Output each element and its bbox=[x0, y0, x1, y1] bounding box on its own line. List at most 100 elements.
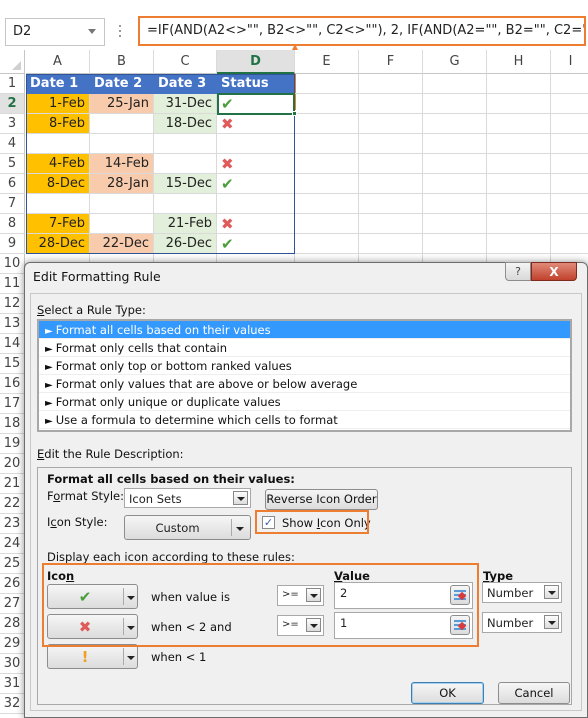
cell[interactable] bbox=[359, 214, 423, 234]
ok-button[interactable]: OK bbox=[411, 682, 484, 704]
rule-type-item[interactable]: ► Format only values that are above or be… bbox=[39, 375, 570, 393]
chevron-down-icon[interactable] bbox=[233, 491, 248, 505]
cell[interactable] bbox=[551, 134, 588, 154]
cell[interactable] bbox=[359, 134, 423, 154]
cell[interactable] bbox=[423, 214, 487, 234]
name-box-dropdown-icon[interactable] bbox=[88, 29, 96, 34]
row-header-29[interactable]: 29 bbox=[0, 634, 25, 654]
row-header-1[interactable]: 1 bbox=[0, 74, 25, 94]
icon-select-check[interactable]: ✔ bbox=[47, 584, 138, 609]
type-select[interactable]: Number bbox=[482, 582, 562, 603]
show-icon-only-checkbox[interactable]: ✓ bbox=[262, 516, 275, 529]
icon-select-cross[interactable]: ✖ bbox=[47, 614, 138, 639]
column-header-c[interactable]: C bbox=[154, 50, 217, 74]
column-header-f[interactable]: F bbox=[359, 50, 423, 74]
table-header-cell[interactable]: Date 1 bbox=[26, 74, 90, 94]
row-header-16[interactable]: 16 bbox=[0, 374, 25, 394]
column-header-a[interactable]: A bbox=[26, 50, 90, 74]
cell[interactable] bbox=[295, 154, 359, 174]
icon-select-exclamation[interactable]: ! bbox=[47, 644, 138, 669]
cell[interactable] bbox=[423, 134, 487, 154]
row-header-30[interactable]: 30 bbox=[0, 654, 25, 674]
cell[interactable] bbox=[359, 174, 423, 194]
cell[interactable] bbox=[423, 114, 487, 134]
date2-cell[interactable] bbox=[90, 114, 154, 134]
chevron-down-icon[interactable] bbox=[306, 618, 321, 632]
row-header-22[interactable]: 22 bbox=[0, 494, 25, 514]
date2-cell[interactable]: 25-Jan bbox=[90, 94, 154, 114]
cell[interactable] bbox=[487, 94, 551, 114]
date2-cell[interactable] bbox=[90, 214, 154, 234]
cell[interactable] bbox=[551, 214, 588, 234]
row-header-10[interactable]: 10 bbox=[0, 254, 25, 274]
column-header-b[interactable]: B bbox=[90, 50, 154, 74]
cell[interactable] bbox=[359, 194, 423, 214]
formula-input[interactable]: =IF(AND(A2<>"", B2<>"", C2<>""), 2, IF(A… bbox=[138, 16, 586, 46]
row-header-25[interactable]: 25 bbox=[0, 554, 25, 574]
row-header-24[interactable]: 24 bbox=[0, 534, 25, 554]
cell[interactable] bbox=[551, 234, 588, 254]
cell[interactable] bbox=[423, 74, 487, 94]
cell[interactable] bbox=[551, 94, 588, 114]
rule-type-item[interactable]: ► Format only top or bottom ranked values bbox=[39, 357, 570, 375]
name-box[interactable]: D2 bbox=[5, 18, 105, 46]
cell[interactable] bbox=[487, 234, 551, 254]
row-header-3[interactable]: 3 bbox=[0, 114, 25, 134]
table-header-cell[interactable]: Status bbox=[217, 74, 295, 94]
type-select[interactable]: Number bbox=[482, 612, 562, 633]
date3-cell[interactable]: 21-Feb bbox=[154, 214, 217, 234]
table-header-cell[interactable]: Date 3 bbox=[154, 74, 217, 94]
row-header-20[interactable]: 20 bbox=[0, 454, 25, 474]
range-select-icon[interactable] bbox=[450, 585, 470, 605]
cell[interactable] bbox=[487, 114, 551, 134]
cell[interactable] bbox=[359, 114, 423, 134]
cell[interactable] bbox=[487, 174, 551, 194]
date2-cell[interactable]: 22-Dec bbox=[90, 234, 154, 254]
column-header-h[interactable]: H bbox=[487, 50, 551, 74]
date1-cell[interactable]: 4-Feb bbox=[26, 154, 90, 174]
cell[interactable] bbox=[423, 194, 487, 214]
cell[interactable] bbox=[551, 194, 588, 214]
date1-cell[interactable]: 8-Dec bbox=[26, 174, 90, 194]
cell[interactable] bbox=[487, 74, 551, 94]
date1-cell[interactable]: 8-Feb bbox=[26, 114, 90, 134]
row-header-12[interactable]: 12 bbox=[0, 294, 25, 314]
close-button[interactable]: X bbox=[531, 262, 577, 281]
date2-cell[interactable] bbox=[90, 134, 154, 154]
column-header-i[interactable]: I bbox=[551, 50, 588, 74]
cell[interactable] bbox=[487, 194, 551, 214]
status-cell[interactable]: ✖ bbox=[217, 154, 295, 174]
rule-type-item[interactable]: ► Format only unique or duplicate values bbox=[39, 393, 570, 411]
cell[interactable] bbox=[423, 94, 487, 114]
cell[interactable] bbox=[295, 194, 359, 214]
cell[interactable] bbox=[295, 234, 359, 254]
date3-cell[interactable]: 18-Dec bbox=[154, 114, 217, 134]
cell[interactable] bbox=[551, 74, 588, 94]
row-header-5[interactable]: 5 bbox=[0, 154, 25, 174]
chevron-down-icon[interactable] bbox=[127, 626, 135, 630]
date1-cell[interactable]: 7-Feb bbox=[26, 214, 90, 234]
row-header-19[interactable]: 19 bbox=[0, 434, 25, 454]
date2-cell[interactable]: 28-Jan bbox=[90, 174, 154, 194]
cell[interactable] bbox=[359, 74, 423, 94]
cell[interactable] bbox=[423, 154, 487, 174]
cell[interactable] bbox=[295, 94, 359, 114]
chevron-down-icon[interactable] bbox=[236, 527, 244, 531]
row-header-21[interactable]: 21 bbox=[0, 474, 25, 494]
cell[interactable] bbox=[359, 94, 423, 114]
row-header-27[interactable]: 27 bbox=[0, 594, 25, 614]
cell[interactable] bbox=[359, 154, 423, 174]
column-header-d[interactable]: D bbox=[217, 50, 295, 74]
status-cell[interactable]: ✖ bbox=[217, 114, 295, 134]
row-header-13[interactable]: 13 bbox=[0, 314, 25, 334]
select-all-corner[interactable] bbox=[0, 50, 25, 74]
rule-type-item[interactable]: ► Use a formula to determine which cells … bbox=[39, 411, 570, 429]
cell[interactable] bbox=[295, 214, 359, 234]
column-header-g[interactable]: G bbox=[423, 50, 487, 74]
row-header-28[interactable]: 28 bbox=[0, 614, 25, 634]
row-header-17[interactable]: 17 bbox=[0, 394, 25, 414]
cell[interactable] bbox=[551, 154, 588, 174]
help-button[interactable]: ? bbox=[505, 262, 531, 281]
icon-style-select[interactable]: Custom bbox=[124, 515, 251, 540]
row-header-4[interactable]: 4 bbox=[0, 134, 25, 154]
